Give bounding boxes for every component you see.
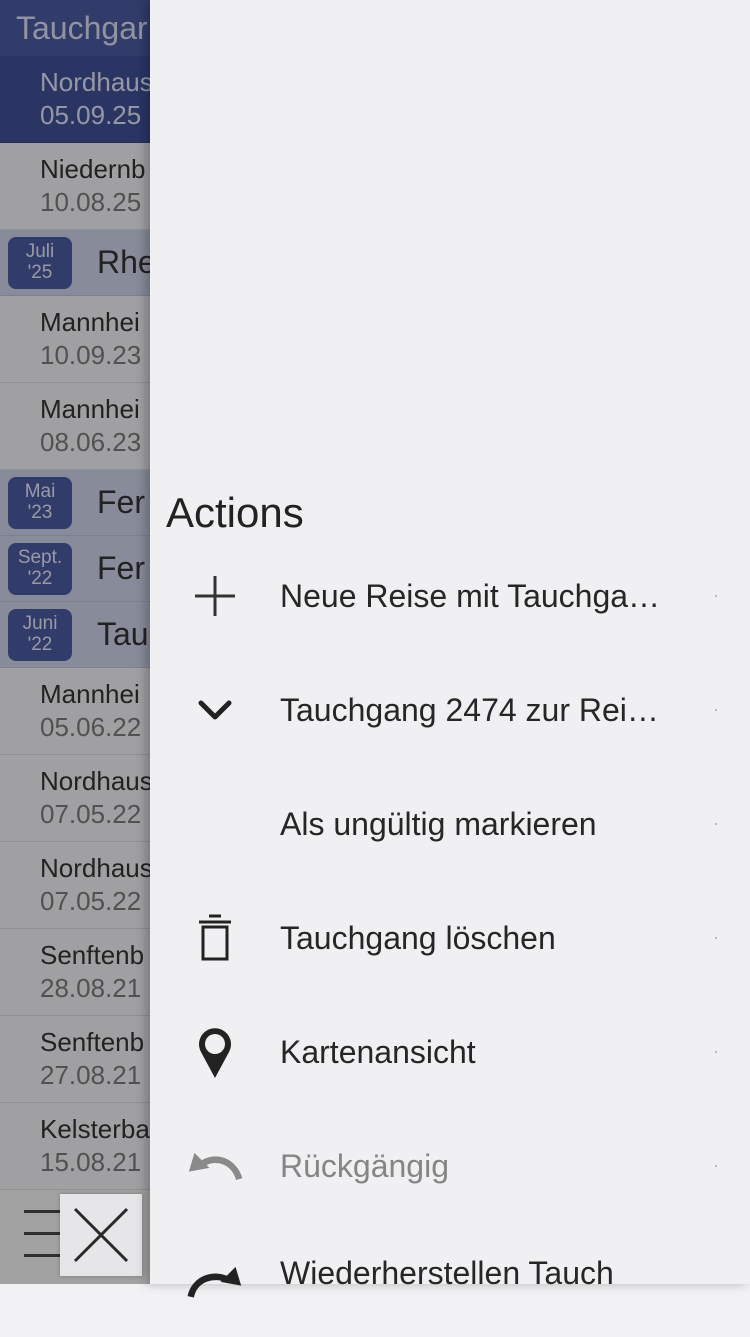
separator-dot <box>715 1051 717 1053</box>
redo-icon <box>187 1252 243 1308</box>
undo-icon <box>187 1138 243 1194</box>
action-label: Neue Reise mit Tauchga… <box>280 578 661 614</box>
map-pin-icon <box>187 1024 243 1080</box>
menu-button[interactable] <box>8 1196 68 1276</box>
action-redo[interactable]: Wiederherstellen Tauch <box>150 1223 750 1337</box>
separator-dot <box>715 709 717 711</box>
action-map-view[interactable]: Kartenansicht <box>150 995 750 1109</box>
close-icon <box>73 1207 129 1263</box>
separator-dot <box>715 937 717 939</box>
action-delete-dive[interactable]: Tauchgang löschen <box>150 881 750 995</box>
action-add-to-trip[interactable]: Tauchgang 2474 zur Rei… <box>150 653 750 767</box>
action-label: Als ungültig markieren <box>280 806 597 842</box>
separator-dot <box>715 595 717 597</box>
action-undo[interactable]: Rückgängig <box>150 1109 750 1223</box>
action-label: Kartenansicht <box>280 1034 476 1070</box>
drawer-title: Actions <box>166 489 304 536</box>
action-label: Tauchgang 2474 zur Rei… <box>280 692 659 728</box>
plus-icon <box>187 568 243 624</box>
actions-drawer: Actions Neue Reise mit Tauchga… Tauchgan… <box>150 0 750 1298</box>
action-label: Wiederherstellen Tauch <box>280 1255 614 1291</box>
action-label: Tauchgang löschen <box>280 920 556 956</box>
action-label: Rückgängig <box>280 1148 449 1184</box>
action-mark-invalid[interactable]: Als ungültig markieren <box>150 767 750 881</box>
separator-dot <box>715 1165 717 1167</box>
chevron-down-icon <box>187 682 243 738</box>
dim-overlay[interactable] <box>0 0 150 1284</box>
trash-icon <box>187 910 243 966</box>
separator-dot <box>715 823 717 825</box>
close-drawer-button[interactable] <box>60 1194 142 1276</box>
action-new-trip[interactable]: Neue Reise mit Tauchga… <box>150 539 750 653</box>
